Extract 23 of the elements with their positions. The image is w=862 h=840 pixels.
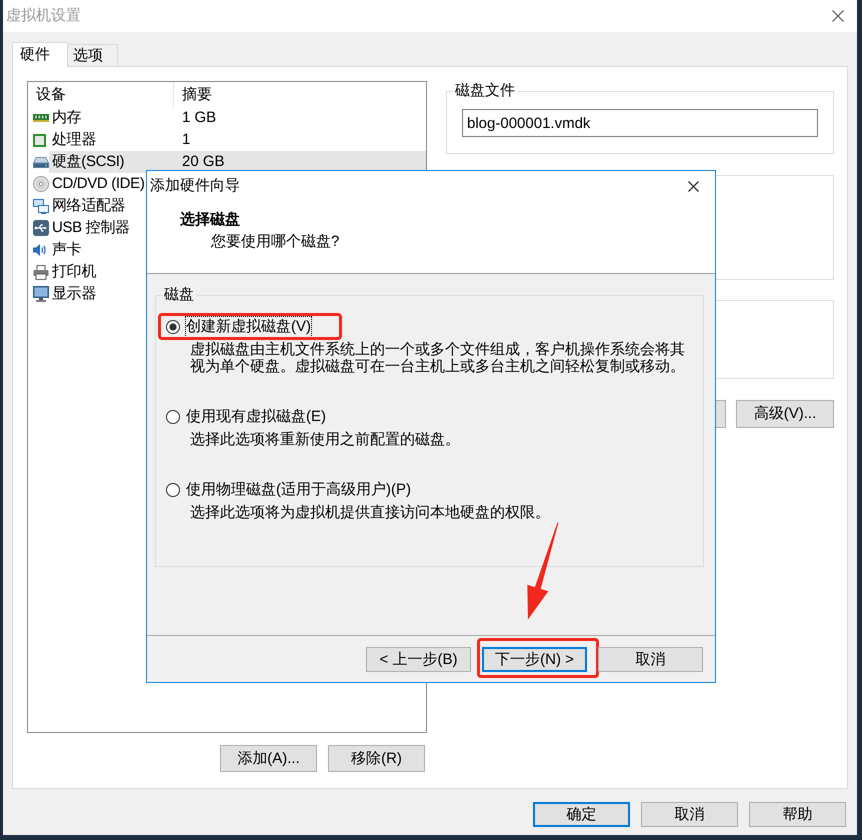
device-name: 声卡 [52, 240, 82, 260]
device-name: USB 控制器 [52, 218, 130, 238]
column-header: 设备 [28, 82, 174, 107]
device-summary: 1 GB [182, 108, 216, 128]
device-name: CD/DVD (IDE) [52, 174, 144, 194]
group-label: 磁盘文件 [454, 81, 516, 101]
device-name: 打印机 [52, 262, 96, 282]
wizard-subheading: 您要使用哪个磁盘? [211, 232, 340, 252]
device-summary: 1 [182, 130, 190, 150]
device-name: 硬盘(SCSI) [52, 152, 124, 172]
option-description: 选择此选项将为虚拟机提供直接访问本地硬盘的权限。 [190, 504, 551, 521]
device-name: 处理器 [52, 130, 96, 150]
option-description: 选择此选项将重新使用之前配置的磁盘。 [190, 431, 461, 448]
group-label: 磁盘 [163, 285, 195, 305]
option-description: 虚拟磁盘由主机文件系统上的一个或多个文件组成，客户机操作系统会将其视为单个硬盘。虚拟磁盘可在一台主机上或多台主机之间轻松复制或移动。 [190, 341, 686, 375]
dialog-title: 添加硬件向导 [150, 176, 240, 196]
device-name: 显示器 [52, 284, 96, 304]
window-title: 虚拟机设置 [6, 6, 81, 26]
device-name: 网络适配器 [52, 196, 126, 216]
device-summary: 20 GB [182, 152, 225, 172]
wizard-heading: 选择磁盘 [180, 210, 240, 230]
column-header: 摘要 [181, 84, 212, 104]
device-name: 内存 [52, 108, 82, 128]
